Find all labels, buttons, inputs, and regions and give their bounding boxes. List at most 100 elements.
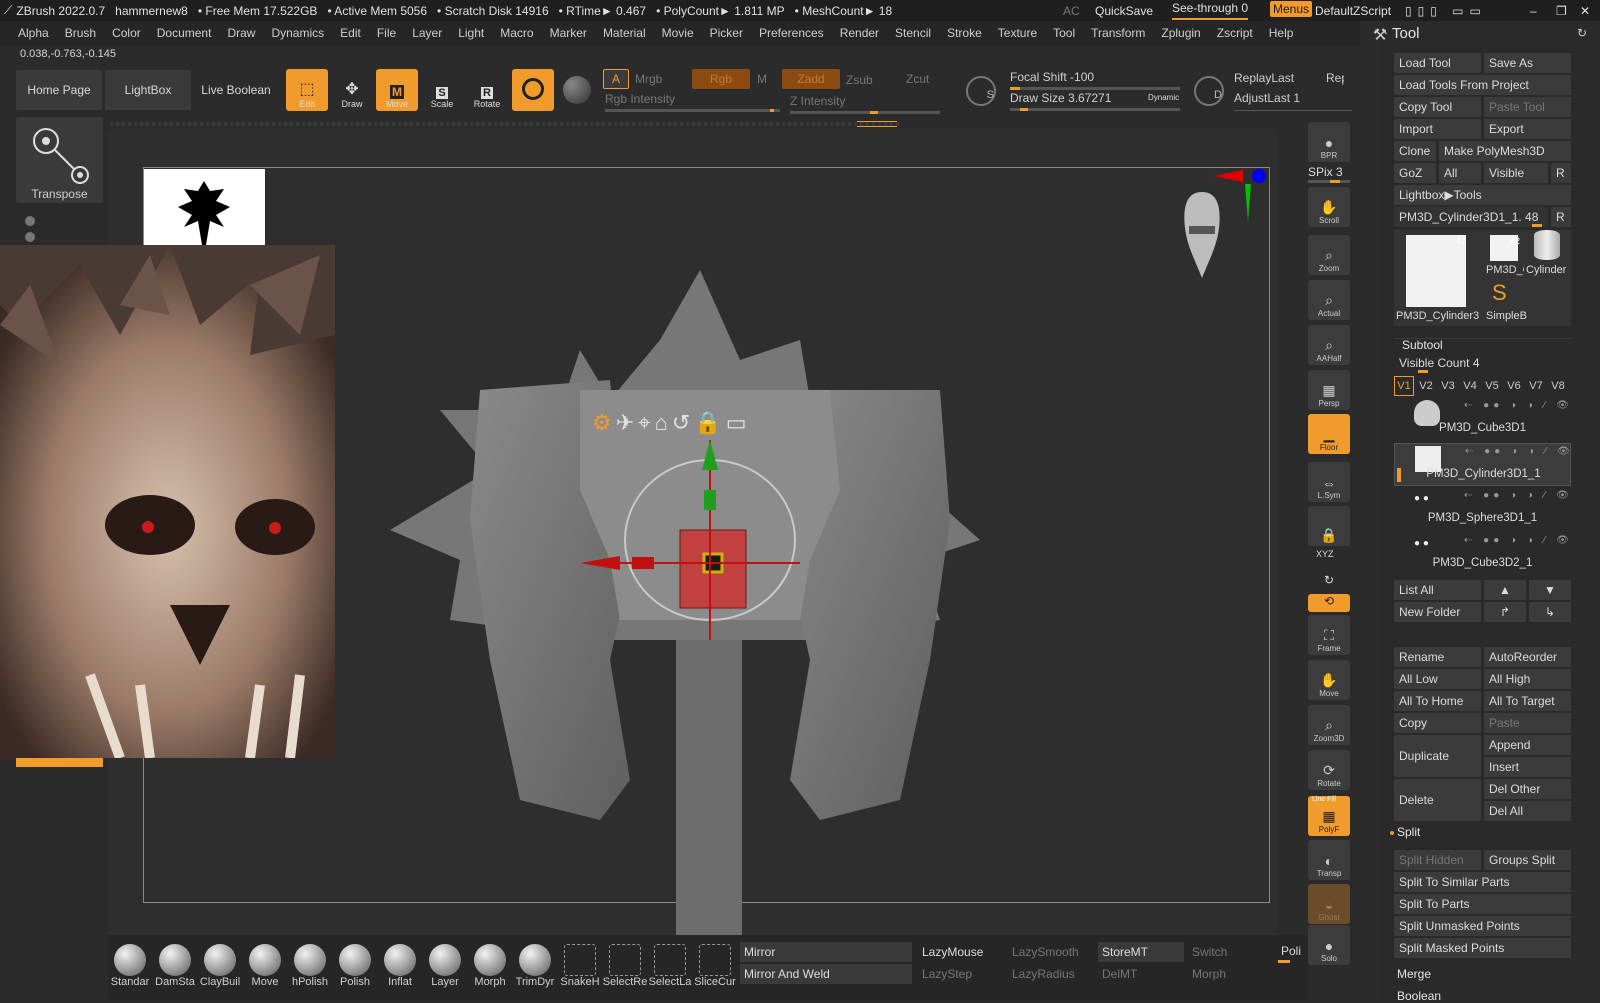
append-button[interactable]: Append: [1484, 735, 1571, 755]
vset-tab-v1[interactable]: V1: [1394, 376, 1414, 396]
duplicate-button[interactable]: Duplicate: [1394, 735, 1481, 777]
groups-split-button[interactable]: Groups Split: [1484, 850, 1571, 870]
folder-down-arrow-icon[interactable]: ↳: [1529, 602, 1571, 622]
shelf-transp-button[interactable]: ◐ Transp: [1308, 840, 1350, 880]
minimize-icon[interactable]: –: [1530, 4, 1537, 18]
gizmo-unmask-icon[interactable]: ▭: [726, 410, 751, 435]
load-tools-from-project-button[interactable]: Load Tools From Project: [1394, 75, 1571, 95]
menu-help[interactable]: Help: [1269, 26, 1294, 40]
polish-label[interactable]: Poli: [1281, 944, 1303, 958]
menu-transform[interactable]: Transform: [1091, 26, 1145, 40]
m-toggle[interactable]: M: [757, 72, 767, 86]
zcut-toggle[interactable]: Zcut: [906, 72, 929, 86]
all-high-button[interactable]: All High: [1484, 669, 1571, 689]
edit-button[interactable]: ⬚ Edit: [286, 69, 328, 111]
draw-button[interactable]: ✥ Draw: [331, 69, 373, 111]
scale-button[interactable]: S Scale: [421, 69, 463, 111]
close-icon[interactable]: ✕: [1580, 4, 1590, 18]
subtool-row[interactable]: ⇠ ●● ◑ ◑ ⁄ 👁 PM3D_Cylinder3D1_1: [1394, 443, 1571, 486]
goz-r-button[interactable]: R: [1551, 163, 1571, 183]
simplebrush-icon[interactable]: S: [1492, 280, 1507, 306]
menu-zplugin[interactable]: Zplugin: [1161, 26, 1200, 40]
gizmo-reset-icon[interactable]: ↺: [672, 410, 694, 435]
brush-snakeh[interactable]: SnakeH: [558, 944, 602, 988]
menu-file[interactable]: File: [377, 26, 396, 40]
pin-icon[interactable]: ⚒: [1373, 25, 1387, 45]
quicksave-button[interactable]: QuickSave: [1095, 4, 1153, 18]
reference-silhouette-image[interactable]: [144, 169, 265, 245]
delete-button[interactable]: Delete: [1394, 779, 1481, 821]
del-all-button[interactable]: Del All: [1484, 801, 1571, 821]
brush-trimdyr[interactable]: TrimDyr: [513, 944, 557, 988]
brush-morph[interactable]: Morph: [468, 944, 512, 988]
brush-slicecur[interactable]: SliceCur: [693, 944, 737, 988]
focal-shift-slider[interactable]: Focal Shift -100: [1010, 70, 1180, 90]
gizmo-pivot-icon[interactable]: ⌖: [638, 410, 654, 435]
subtool-row[interactable]: ● ● ⇠ ●● ◑ ◑ ⁄ 👁 PM3D_Cube3D2_1: [1394, 533, 1571, 576]
shelf-lock-button[interactable]: 🔒: [1308, 506, 1350, 546]
copy-subtool-button[interactable]: Copy: [1394, 713, 1481, 733]
shelf-frame-button[interactable]: ⛶ Frame: [1308, 615, 1350, 655]
gizmo-toggle-button[interactable]: [512, 69, 554, 111]
shelf-move-button[interactable]: ✋ Move: [1308, 660, 1350, 700]
brush-inflat[interactable]: Inflat: [378, 944, 422, 988]
subtool-row[interactable]: ⇠ ●● ◑ ◑ ⁄ 👁 PM3D_Cube3D1: [1394, 398, 1571, 441]
brush-selectla[interactable]: SelectLa: [648, 944, 692, 988]
subtool-row[interactable]: ● ● ⇠ ●● ◑ ◑ ⁄ 👁 PM3D_Sphere3D1_1: [1394, 488, 1571, 531]
vset-tab-v5[interactable]: V5: [1482, 376, 1502, 396]
menu-picker[interactable]: Picker: [710, 26, 743, 40]
gizmo-pin-icon[interactable]: ✈: [616, 410, 638, 435]
mirror-and-weld-button[interactable]: Mirror And Weld: [740, 964, 912, 984]
dot-indicator-2[interactable]: [25, 232, 35, 242]
vset-tab-v8[interactable]: V8: [1548, 376, 1568, 396]
clone-button[interactable]: Clone: [1394, 141, 1436, 161]
paste-subtool-button[interactable]: Paste: [1484, 713, 1571, 733]
material-sphere-icon[interactable]: [563, 76, 591, 104]
split-similar-parts-button[interactable]: Split To Similar Parts: [1394, 872, 1571, 892]
all-low-button[interactable]: All Low: [1394, 669, 1481, 689]
current-tool-r-button[interactable]: R: [1551, 207, 1571, 227]
shelf-scroll-button[interactable]: ✋ Scroll: [1308, 187, 1350, 227]
rgb-intensity-slider[interactable]: Rgb Intensity: [605, 92, 780, 112]
subtool-visibility-icons[interactable]: ⇠ ●● ◑ ◑ ⁄ 👁: [1464, 490, 1573, 501]
mrgb-toggle[interactable]: Mrgb: [635, 72, 662, 86]
vset-tab-v6[interactable]: V6: [1504, 376, 1524, 396]
brush-layer[interactable]: Layer: [423, 944, 467, 988]
split-hidden-button[interactable]: Split Hidden: [1394, 850, 1481, 870]
menu-macro[interactable]: Macro: [500, 26, 533, 40]
copy-tool-button[interactable]: Copy Tool: [1394, 97, 1481, 117]
move-button[interactable]: M Move: [376, 69, 418, 111]
menu-render[interactable]: Render: [840, 26, 879, 40]
lazyradius-slider[interactable]: LazyRadius: [1008, 964, 1094, 984]
visible-count-slider[interactable]: Visible Count 4: [1394, 353, 1571, 373]
menu-marker[interactable]: Marker: [550, 26, 587, 40]
spix-slider[interactable]: [1308, 180, 1350, 183]
menu-brush[interactable]: Brush: [65, 26, 96, 40]
boolean-header[interactable]: Boolean: [1397, 989, 1441, 1003]
zsub-toggle[interactable]: Zsub: [846, 73, 873, 87]
lightbox-button[interactable]: LightBox: [105, 70, 191, 110]
polish-slider-fill[interactable]: [1278, 960, 1290, 963]
hammer-model[interactable]: [380, 260, 1000, 940]
merge-header[interactable]: Merge: [1397, 967, 1431, 981]
mirror-button[interactable]: Mirror: [740, 942, 912, 962]
tool-palette-title[interactable]: Tool: [1392, 25, 1420, 42]
goz-all-button[interactable]: All: [1439, 163, 1481, 183]
home-page-button[interactable]: Home Page: [16, 70, 102, 110]
replay-last-button[interactable]: ReplayLast: [1234, 71, 1294, 85]
window-layout-icons[interactable]: ▯▯▯ ▭▭: [1405, 4, 1487, 18]
brush-claybuil[interactable]: ClayBuil: [198, 944, 242, 988]
make-polymesh3d-button[interactable]: Make PolyMesh3D: [1439, 141, 1571, 161]
menu-dynamics[interactable]: Dynamics: [271, 26, 324, 40]
s-spotlight-icon[interactable]: S: [966, 76, 996, 106]
replace-button[interactable]: Repla: [1326, 71, 1344, 85]
shelf-ghost-button[interactable]: ◒ Ghost: [1308, 884, 1350, 924]
see-through-slider[interactable]: See-through 0: [1172, 1, 1249, 20]
live-boolean-button[interactable]: Live Boolean: [194, 70, 278, 110]
load-tool-button[interactable]: Load Tool: [1394, 53, 1481, 73]
menu-layer[interactable]: Layer: [412, 26, 442, 40]
current-tool-slider[interactable]: PM3D_Cylinder3D1_1. 48: [1394, 207, 1548, 227]
brush-move[interactable]: Move: [243, 944, 287, 988]
paste-tool-button[interactable]: Paste Tool: [1484, 97, 1571, 117]
menu-light[interactable]: Light: [458, 26, 484, 40]
